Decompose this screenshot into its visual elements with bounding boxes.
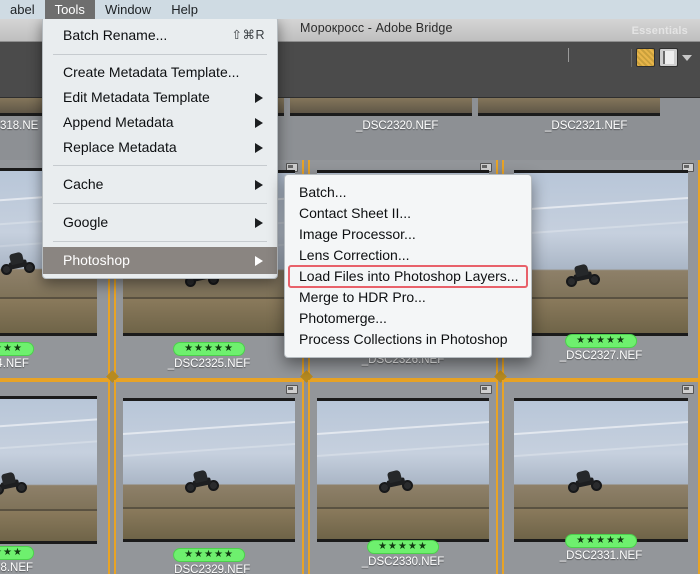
menu-bar[interactable]: abel Tools Window Help [0, 0, 700, 19]
chevron-right-icon [255, 117, 263, 128]
thumbnail-filename: C2328.NEF [0, 562, 34, 574]
submenu-item-contact-sheet[interactable]: Contact Sheet II... [285, 203, 531, 224]
thumbnail-filename: _DSC2320.NEF [356, 120, 439, 132]
thumbnail-cell[interactable]: ★★★★★ _DSC2331.NEF [502, 380, 700, 574]
menu-item-label: Batch Rename... [63, 27, 168, 43]
motocross-rider-figure [0, 471, 27, 495]
grid-thumbnail-icon[interactable] [636, 48, 655, 67]
menu-item-append-metadata[interactable]: Append Metadata [43, 110, 277, 135]
menu-item-edit-metadata-template[interactable]: Edit Metadata Template [43, 85, 277, 110]
workspace-label: Essentials [631, 25, 688, 37]
star-rating-badge[interactable]: ★★★★ [0, 546, 34, 560]
submenu-item-process-collections[interactable]: Process Collections in Photoshop [285, 329, 531, 350]
window-title: Морокросс - Adobe Bridge [300, 21, 453, 35]
thumbnail-filename: _DSC2327.NEF [559, 350, 643, 362]
thumbnail-filename: 318.NE [0, 120, 39, 132]
star-rating-badge[interactable]: ★★★★★ [565, 534, 637, 548]
menu-item-cache[interactable]: Cache [43, 171, 277, 198]
photoshop-submenu[interactable]: Batch... Contact Sheet II... Image Proce… [284, 174, 532, 358]
thumbnail-filename: _DSC2325.NEF [167, 358, 251, 370]
chevron-right-icon [255, 255, 263, 266]
thumbnail-cell[interactable]: ★★★★★ _DSC2329.NEF [114, 380, 304, 574]
star-rating-badge[interactable]: ★★★★★ [565, 334, 637, 348]
thumbnail-image[interactable] [290, 98, 472, 116]
menu-item-label: Cache [63, 176, 104, 192]
menu-item-replace-metadata[interactable]: Replace Metadata [43, 135, 277, 160]
menu-item-photoshop[interactable]: Photoshop [43, 247, 277, 274]
menu-separator [53, 54, 267, 55]
menu-tools[interactable]: Tools [44, 0, 95, 19]
submenu-item-batch[interactable]: Batch... [285, 182, 531, 203]
chevron-right-icon [255, 179, 263, 190]
motocross-rider-figure [1, 251, 35, 275]
chevron-right-icon [255, 142, 263, 153]
motocross-rider-figure [185, 469, 219, 493]
badge-icon [286, 385, 298, 394]
filmstrip-view-icon[interactable] [659, 48, 678, 67]
thumbnail-cell[interactable]: ★★★★★ _DSC2330.NEF [308, 380, 498, 574]
submenu-item-merge-to-hdr-pro[interactable]: Merge to HDR Pro... [285, 287, 531, 308]
thumbnail-filename: _DSC2331.NEF [559, 550, 643, 562]
thumbnail-filename: _DSC2330.NEF [361, 556, 445, 568]
chevron-right-icon [255, 217, 263, 228]
thumbnail-row-2: ★★★★ C2328.NEF ★★★★★ _DSC2329.NEF [0, 380, 700, 574]
menu-item-label: Photoshop [63, 252, 130, 268]
motocross-rider-figure [379, 469, 413, 493]
menu-item-create-metadata-template[interactable]: Create Metadata Template... [43, 60, 277, 85]
submenu-item-image-processor[interactable]: Image Processor... [285, 224, 531, 245]
menu-item-batch-rename[interactable]: Batch Rename... ⇧⌘R [43, 22, 277, 49]
thumbnail-cell[interactable]: ★★★★ C2328.NEF [0, 380, 110, 574]
menu-item-label: Create Metadata Template... [63, 64, 240, 80]
thumbnail-filename: 2324.NEF [0, 358, 29, 370]
badge-icon [480, 385, 492, 394]
menu-separator [53, 203, 267, 204]
toolbar-divider [568, 48, 569, 62]
submenu-item-photomerge[interactable]: Photomerge... [285, 308, 531, 329]
menu-window[interactable]: Window [95, 0, 161, 19]
menu-item-shortcut: ⇧⌘R [231, 28, 265, 42]
menu-label[interactable]: abel [0, 0, 45, 19]
menu-item-label: Replace Metadata [63, 139, 177, 155]
motocross-rider-figure [566, 263, 600, 287]
adobe-bridge-window: 318.NE _DSC2320.NEF _DSC2321.NEF ★★ .NEF… [0, 0, 700, 574]
menu-item-label: Google [63, 214, 109, 230]
thumbnail-filename: _DSC2321.NEF [545, 120, 628, 132]
star-rating-badge[interactable]: ★★★★★ [173, 342, 245, 356]
star-rating-badge[interactable]: ★★★★★ [173, 548, 245, 562]
motocross-rider-figure [568, 469, 602, 493]
chevron-down-icon[interactable] [682, 54, 692, 61]
menu-item-label: Append Metadata [63, 114, 174, 130]
divider [631, 48, 632, 67]
submenu-item-lens-correction[interactable]: Lens Correction... [285, 245, 531, 266]
menu-separator [53, 165, 267, 166]
menu-item-label: Edit Metadata Template [63, 89, 210, 105]
thumbnail-image[interactable] [478, 98, 660, 116]
menu-item-google[interactable]: Google [43, 209, 277, 236]
menu-help[interactable]: Help [161, 0, 208, 19]
thumbnail-filename: _DSC2329.NEF [167, 564, 251, 574]
chevron-right-icon [255, 92, 263, 103]
star-rating-badge[interactable]: ★★★★ [0, 342, 34, 356]
badge-icon [682, 385, 694, 394]
submenu-item-load-files-into-photoshop-layers[interactable]: Load Files into Photoshop Layers... [288, 265, 528, 288]
menu-separator [53, 241, 267, 242]
star-rating-badge[interactable]: ★★★★★ [367, 540, 439, 554]
workspace-buttons [631, 48, 692, 67]
tools-dropdown-menu[interactable]: Batch Rename... ⇧⌘R Create Metadata Temp… [42, 16, 278, 279]
